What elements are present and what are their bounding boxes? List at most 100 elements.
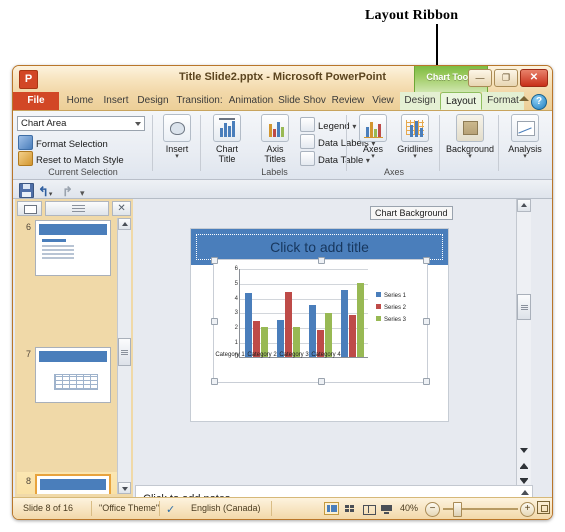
slide-thumbnail-list[interactable]: 6 7 8 <box>17 218 131 494</box>
zoom-out-button[interactable]: − <box>425 502 440 517</box>
y-tick-label: 3 <box>234 310 238 317</box>
scroll-down-icon[interactable] <box>517 444 531 457</box>
chevron-down-icon[interactable]: ▾ <box>154 153 200 160</box>
format-selection-button[interactable]: Format Selection <box>18 135 108 150</box>
chevron-down-icon[interactable]: ▾ <box>350 153 396 160</box>
y-tick-label: 5 <box>234 280 238 287</box>
chart-legend[interactable]: Series 1 Series 2 Series 3 <box>376 292 406 328</box>
tab-view[interactable]: View <box>368 92 398 110</box>
tab-chart-format[interactable]: Format <box>482 92 524 110</box>
resize-handle-nw[interactable] <box>211 257 218 264</box>
help-icon[interactable]: ? <box>531 94 547 110</box>
zoom-slider-handle[interactable] <box>453 502 462 517</box>
scroll-up-icon[interactable] <box>517 199 531 212</box>
slide-thumbnail-6[interactable]: 6 <box>17 218 131 281</box>
tab-slide-show[interactable]: Slide Shov <box>276 92 328 110</box>
legend-entry[interactable]: Series 2 <box>376 304 406 311</box>
chart-bar[interactable] <box>284 291 292 357</box>
reading-view-button[interactable] <box>360 502 376 515</box>
language-label[interactable]: English (Canada) <box>191 503 261 513</box>
scrollbar-thumb[interactable] <box>118 338 131 366</box>
chart-object[interactable]: 6 5 4 3 2 1 0 Category 1 Category 2 Catego… <box>211 257 430 385</box>
axes-button[interactable]: Axes ▾ <box>350 114 396 160</box>
notes-scroll-up-icon[interactable] <box>520 490 529 495</box>
resize-handle-sw[interactable] <box>211 378 218 385</box>
slide-show-button[interactable] <box>378 502 393 515</box>
legend-entry[interactable]: Series 1 <box>376 292 406 299</box>
zoom-in-button[interactable]: + <box>520 502 535 517</box>
tab-insert[interactable]: Insert <box>99 92 133 110</box>
insert-shapes-button[interactable]: Insert ▾ <box>154 114 200 160</box>
resize-handle-ne[interactable] <box>423 257 430 264</box>
chart-category-group <box>240 268 272 357</box>
background-button[interactable]: Background ▾ <box>444 114 496 160</box>
maximize-button[interactable]: ❐ <box>494 69 518 87</box>
chart-title-button[interactable]: Chart Title <box>204 114 250 164</box>
tab-file[interactable]: File <box>13 92 59 110</box>
slide-sorter-view-button[interactable] <box>342 502 357 515</box>
theme-name[interactable]: "Office Theme" <box>99 503 159 513</box>
format-selection-label: Format Selection <box>36 139 108 150</box>
resize-handle-w[interactable] <box>211 318 218 325</box>
redo-icon[interactable]: ↱ <box>62 183 75 198</box>
outline-tab[interactable] <box>44 201 110 216</box>
analysis-button[interactable]: Analysis ▾ <box>502 114 548 160</box>
scroll-down-icon[interactable] <box>118 482 131 494</box>
slides-pane-scrollbar[interactable] <box>117 218 131 494</box>
chart-bar[interactable] <box>324 312 332 357</box>
gridlines-button[interactable]: Gridlines ▾ <box>392 114 438 160</box>
normal-view-button[interactable] <box>324 502 339 515</box>
chevron-down-icon[interactable]: ▾ <box>444 153 496 160</box>
slide-editing-surface[interactable]: Click to add title 6 5 4 3 2 1 0 Categor… <box>190 228 449 422</box>
customize-quick-access-icon[interactable]: ▾ <box>80 183 93 198</box>
legend-icon <box>300 117 315 132</box>
save-icon[interactable] <box>19 183 34 198</box>
chart-background-tooltip: Chart Background <box>370 206 453 220</box>
resize-handle-s[interactable] <box>317 378 325 385</box>
reset-to-match-style-button[interactable]: Reset to Match Style <box>18 151 124 166</box>
chart-bar[interactable] <box>244 293 252 357</box>
thumb-title-bar <box>40 479 106 490</box>
y-tick-label: 6 <box>234 266 238 272</box>
minimize-button[interactable]: — <box>468 69 492 87</box>
chart-bar[interactable] <box>348 315 356 357</box>
resize-handle-e[interactable] <box>423 318 430 325</box>
chart-element-dropdown[interactable]: Chart Area <box>17 116 145 131</box>
chart-bar[interactable] <box>308 305 316 357</box>
resize-handle-n[interactable] <box>317 257 325 264</box>
resize-handle-se[interactable] <box>423 378 430 385</box>
previous-slide-button[interactable] <box>517 460 531 473</box>
tab-animations[interactable]: Animation <box>226 92 276 110</box>
legend-swatch <box>376 304 381 309</box>
close-button[interactable]: ✕ <box>520 69 548 87</box>
tab-chart-design[interactable]: Design <box>400 92 440 110</box>
undo-icon[interactable]: ↰▾ <box>38 183 54 198</box>
x-axis-labels: Category 1 Category 2 Category 3 Category 4 <box>214 352 342 358</box>
data-table-icon <box>300 151 315 166</box>
tab-review[interactable]: Review <box>328 92 368 110</box>
fit-slide-icon[interactable] <box>537 501 550 514</box>
axis-titles-button[interactable]: Axis Titles <box>252 114 298 164</box>
slide-scrollbar[interactable] <box>516 199 531 519</box>
slide-thumbnail-8[interactable]: 8 <box>17 472 131 494</box>
group-label-current-selection: Current Selection <box>48 167 118 177</box>
tab-chart-layout[interactable]: Layout <box>440 92 482 110</box>
slide-thumbnail-7[interactable]: 7 <box>17 345 131 408</box>
scrollbar-thumb[interactable] <box>517 294 531 320</box>
tab-transitions[interactable]: Transition: <box>173 92 226 110</box>
chevron-down-icon[interactable]: ▾ <box>502 153 548 160</box>
slides-tab[interactable] <box>17 201 42 216</box>
tab-home[interactable]: Home <box>61 92 99 110</box>
chart-bar[interactable] <box>340 290 348 357</box>
minimize-ribbon-icon[interactable] <box>519 96 529 101</box>
chevron-down-icon[interactable]: ▾ <box>392 153 438 160</box>
close-pane-button[interactable]: ✕ <box>112 201 131 216</box>
slide-thumb-image <box>35 220 111 276</box>
workspace: ✕ 6 7 8 Chart Background Click to add ti… <box>13 199 552 519</box>
slide-number: 7 <box>25 349 31 359</box>
spellcheck-icon[interactable]: ✓ <box>166 503 180 516</box>
tab-design[interactable]: Design <box>133 92 173 110</box>
legend-entry[interactable]: Series 3 <box>376 316 406 323</box>
scroll-up-icon[interactable] <box>118 218 131 230</box>
chart-bar[interactable] <box>356 282 364 357</box>
